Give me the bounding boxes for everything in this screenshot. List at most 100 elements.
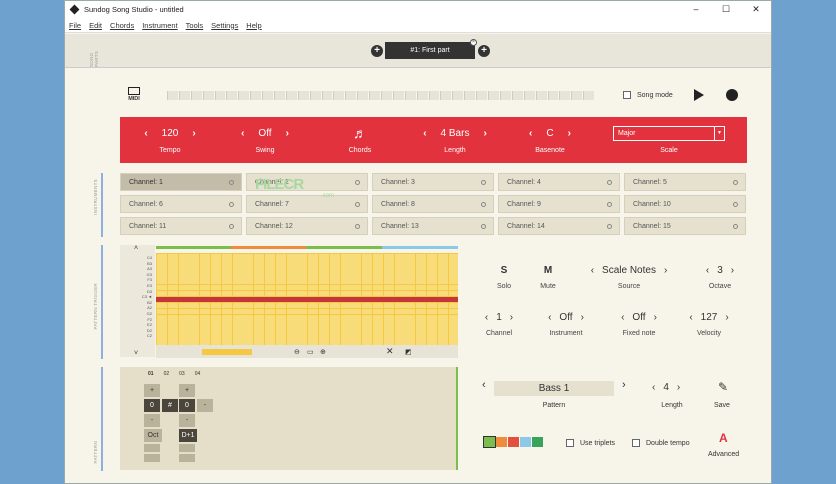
grid-cell[interactable] [319, 321, 329, 327]
grid-cell[interactable] [373, 333, 383, 339]
grid-cell[interactable] [416, 278, 427, 284]
grid-cell[interactable] [297, 327, 308, 333]
grid-cell[interactable] [427, 254, 437, 260]
grid-cell[interactable] [167, 308, 178, 315]
record-icon[interactable] [726, 89, 738, 101]
grid-cell[interactable] [167, 278, 178, 284]
grid-cell[interactable] [373, 321, 383, 327]
grid-cell[interactable] [178, 315, 189, 321]
length-next-icon[interactable]: › [483, 128, 486, 139]
step2-extra[interactable] [179, 444, 195, 452]
grid-cell[interactable] [340, 266, 351, 272]
grid-cell[interactable] [297, 266, 308, 272]
grid-cell[interactable] [329, 260, 340, 266]
grid-cell[interactable] [189, 327, 200, 333]
grid-cell[interactable] [178, 260, 189, 266]
grid-cell[interactable] [286, 272, 297, 278]
grid-cell[interactable] [362, 260, 373, 266]
grid-cell[interactable] [189, 278, 200, 284]
timeline-slot[interactable] [523, 91, 535, 100]
grid-cell[interactable] [394, 290, 405, 297]
grid-cell[interactable] [178, 266, 189, 272]
grid-cell[interactable] [232, 254, 243, 260]
grid-cell[interactable] [405, 302, 416, 309]
grid-cell[interactable] [167, 333, 178, 339]
grid-cell[interactable] [351, 302, 362, 309]
grid-cell[interactable] [351, 254, 362, 260]
channel-button[interactable]: Channel: 7 [246, 195, 368, 213]
grid-cell[interactable] [351, 327, 362, 333]
grid-cell[interactable] [297, 272, 308, 278]
pencil-icon[interactable]: ✎ [718, 380, 728, 394]
grid-cell[interactable] [167, 302, 178, 309]
grid-cell[interactable] [383, 254, 394, 260]
song-mode-toggle[interactable]: Song mode [623, 91, 673, 99]
grid-cell[interactable] [232, 315, 243, 321]
grid-cell[interactable] [427, 290, 437, 297]
grid-cell[interactable] [394, 315, 405, 321]
grid-cell[interactable] [243, 266, 254, 272]
grid-cell[interactable] [329, 254, 340, 260]
scroll-up-icon[interactable]: ˄ [134, 245, 138, 252]
channel-prev-icon[interactable]: ‹ [485, 312, 488, 323]
grid-cell[interactable] [416, 302, 427, 309]
grid-cell[interactable] [297, 260, 308, 266]
grid-cell[interactable] [319, 315, 329, 321]
grid-cell[interactable] [211, 290, 221, 297]
grid-cell[interactable] [329, 290, 340, 297]
grid-cell[interactable] [157, 333, 167, 339]
grid-cell[interactable] [254, 266, 265, 272]
grid-cell[interactable] [383, 302, 394, 309]
step2-value[interactable]: 0 [179, 399, 195, 412]
grid-cell[interactable] [437, 254, 448, 260]
timeline-slot[interactable] [309, 91, 321, 100]
grid-cell[interactable] [243, 272, 254, 278]
grid-cell[interactable] [275, 308, 286, 315]
grid-cell[interactable] [427, 278, 437, 284]
pattern-trigger-grid[interactable]: ⊖ ▭ ⊕ ✕ ◩ [156, 246, 458, 358]
grid-cell[interactable] [275, 315, 286, 321]
grid-cell[interactable] [254, 321, 265, 327]
grid-cell[interactable] [416, 266, 427, 272]
grid-cell[interactable] [254, 302, 265, 309]
grid-cell[interactable] [394, 308, 405, 315]
step1-sharp[interactable]: # [162, 399, 178, 412]
step2-length[interactable] [179, 454, 195, 462]
grid-cell[interactable] [308, 321, 319, 327]
grid-cell[interactable] [297, 308, 308, 315]
grid-cell[interactable] [178, 333, 189, 339]
grid-cell[interactable] [319, 284, 329, 290]
grid-cell[interactable] [394, 302, 405, 309]
grid-cell[interactable] [329, 315, 340, 321]
channel-button[interactable]: Channel: 5 [624, 173, 746, 191]
grid-cell[interactable] [275, 254, 286, 260]
grid-cell[interactable] [448, 302, 458, 309]
grid-cell[interactable] [157, 290, 167, 297]
grid-cell[interactable] [340, 260, 351, 266]
chords-icon[interactable]: ♬ [315, 125, 405, 141]
grid-cell[interactable] [243, 333, 254, 339]
grid-cell[interactable] [167, 254, 178, 260]
timeline-slot[interactable] [583, 91, 595, 100]
grid-cell[interactable] [416, 254, 427, 260]
grid-cell[interactable] [221, 284, 232, 290]
grid-cell[interactable] [416, 315, 427, 321]
grid-cell[interactable] [362, 290, 373, 297]
grid-cell[interactable] [448, 260, 458, 266]
mute-control[interactable]: M Mute [513, 263, 583, 291]
octave-next-icon[interactable]: › [731, 265, 734, 276]
grid-cell[interactable] [405, 290, 416, 297]
step1-length[interactable] [144, 454, 160, 462]
grid-cell[interactable] [221, 302, 232, 309]
advanced-button[interactable]: Advanced [708, 451, 739, 458]
grid-cell[interactable] [340, 302, 351, 309]
channel-button[interactable]: Channel: 4 [498, 173, 620, 191]
grid-cell[interactable] [189, 266, 200, 272]
grid-cell[interactable] [211, 327, 221, 333]
grid-cell[interactable] [167, 272, 178, 278]
grid-cell[interactable] [211, 321, 221, 327]
grid-cell[interactable] [362, 266, 373, 272]
pattern-length-prev-icon[interactable]: ‹ [652, 382, 655, 393]
grid-cell[interactable] [308, 327, 319, 333]
timeline-slot[interactable] [297, 91, 309, 100]
